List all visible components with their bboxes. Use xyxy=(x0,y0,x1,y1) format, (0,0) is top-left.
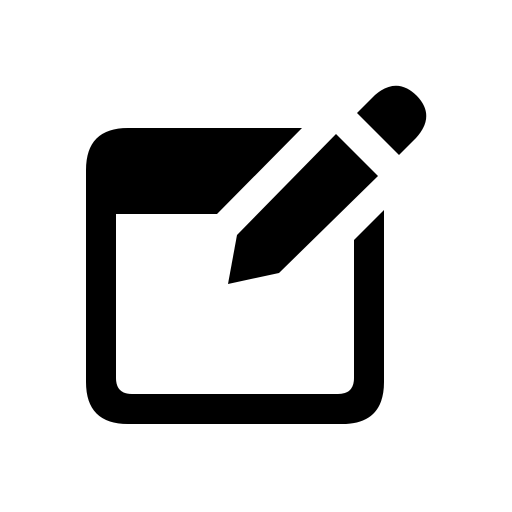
icon-canvas xyxy=(0,0,512,512)
edit-icon xyxy=(0,0,512,512)
pencil-cap-icon xyxy=(357,85,427,155)
